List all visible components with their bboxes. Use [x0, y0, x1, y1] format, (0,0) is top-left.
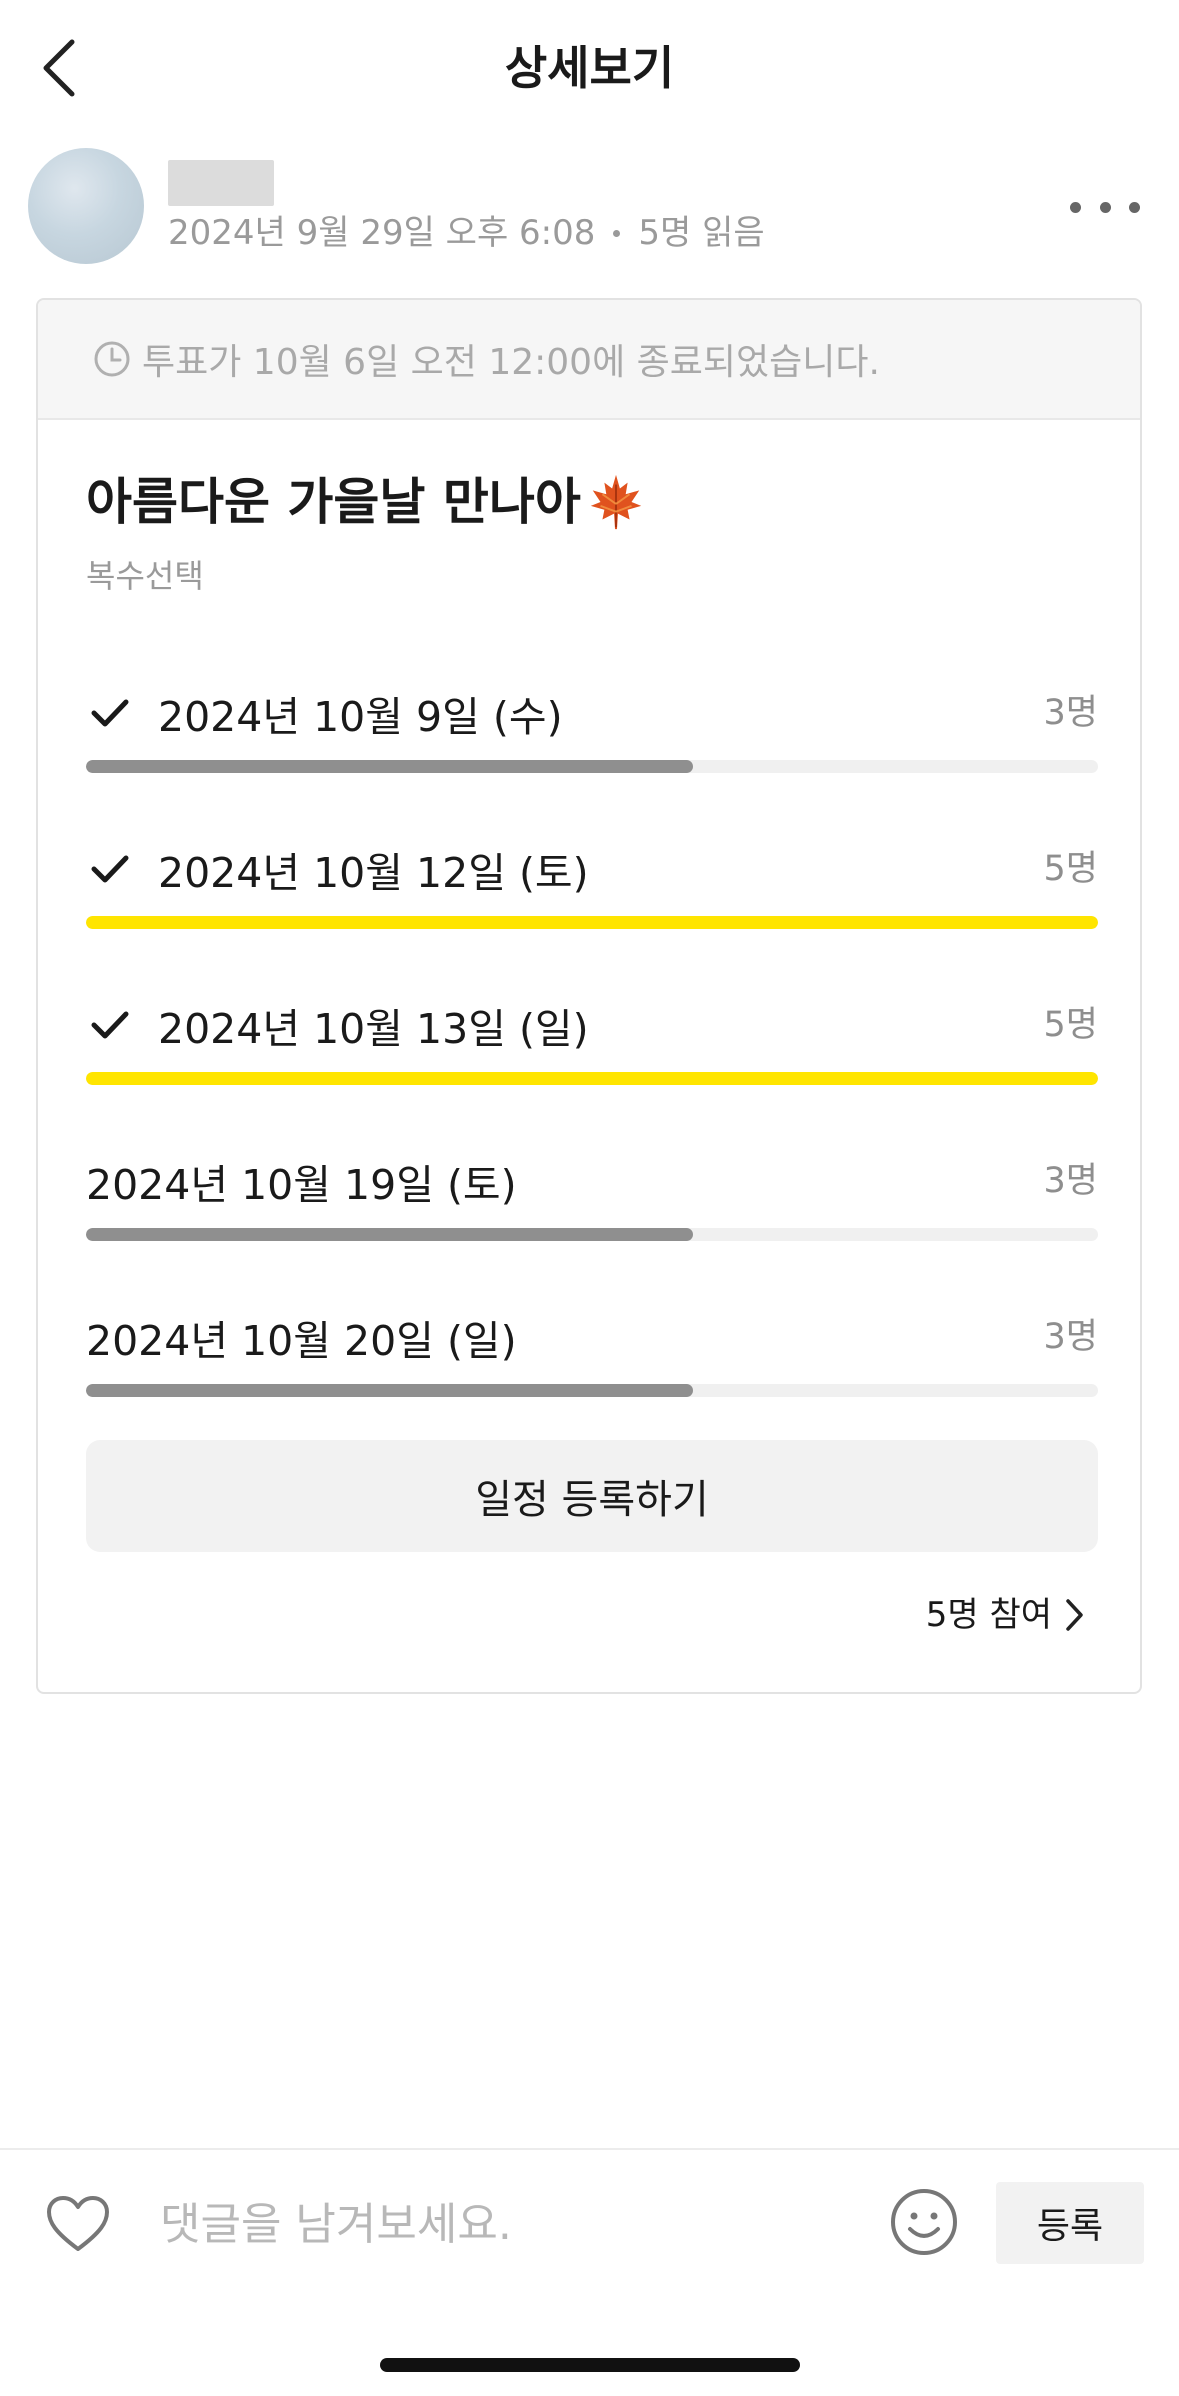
like-button[interactable]: [42, 2190, 114, 2258]
poll-title-text: 아름다운 가을날 만나아: [86, 473, 581, 531]
more-horizontal-icon-dot: [1099, 201, 1111, 213]
poll-option-bar-track: [86, 760, 1098, 773]
post-date: 2024년 9월 29일 오후 6:08: [168, 213, 596, 253]
author-name-blurred: [168, 160, 274, 206]
poll-option[interactable]: 2024년 10월 20일 (일) 3명: [86, 1304, 1098, 1414]
poll-option-label: 2024년 10월 20일 (일): [86, 1317, 517, 1365]
poll-card: 투표가 10월 6일 오전 12:00에 종료되었습니다. 아름다운 가을날 만…: [36, 298, 1142, 1694]
more-options-button[interactable]: [1070, 184, 1140, 230]
poll-option-count: 3명: [1043, 1317, 1098, 1357]
submit-comment-button[interactable]: 등록: [996, 2182, 1144, 2264]
poll-option-bar-track: [86, 1228, 1098, 1241]
poll-option-label: 2024년 10월 12일 (토): [158, 849, 589, 897]
poll-closed-banner: 투표가 10월 6일 오전 12:00에 종료되었습니다.: [38, 300, 1140, 420]
poll-title: 아름다운 가을날 만나아: [86, 466, 647, 538]
poll-option-count: 3명: [1043, 693, 1098, 733]
home-indicator: [380, 2358, 800, 2372]
poll-option[interactable]: 2024년 10월 13일 (일) 5명: [86, 992, 1098, 1102]
avatar[interactable]: [28, 148, 144, 264]
poll-option-label: 2024년 10월 9일 (수): [158, 693, 563, 741]
poll-option-bar-track: [86, 916, 1098, 929]
poll-option-count: 5명: [1043, 849, 1098, 889]
more-horizontal-icon: [1070, 201, 1081, 213]
poll-option-bar-track: [86, 1384, 1098, 1397]
poll-option-label: 2024년 10월 19일 (토): [86, 1161, 517, 1209]
check-icon: [86, 849, 134, 889]
poll-option[interactable]: 2024년 10월 19일 (토) 3명: [86, 1148, 1098, 1258]
participants-count: 5명 참여: [925, 1595, 1052, 1635]
participants-link[interactable]: 5명 참여: [926, 1590, 1084, 1640]
more-horizontal-icon-dot: [1129, 201, 1140, 213]
post-meta: 2024년 9월 29일 오후 6:08 5명 읽음: [168, 208, 765, 258]
heart-icon: [47, 2196, 109, 2251]
poll-type-label: 복수선택: [86, 557, 204, 595]
poll-option-count: 3명: [1043, 1161, 1098, 1201]
page-title: 상세보기: [504, 41, 675, 95]
poll-option-bar-fill: [86, 1228, 694, 1241]
meta-separator: [613, 229, 621, 237]
read-count[interactable]: 5명 읽음: [638, 208, 764, 258]
poll-option-label: 2024년 10월 13일 (일): [158, 1005, 589, 1053]
poll-option[interactable]: 2024년 10월 9일 (수) 3명: [86, 680, 1098, 790]
emoji-button[interactable]: [888, 2186, 960, 2258]
poll-closed-text: 투표가 10월 6일 오전 12:00에 종료되었습니다.: [142, 342, 880, 383]
poll-option-count: 5명: [1043, 1005, 1098, 1045]
poll-option[interactable]: 2024년 10월 12일 (토) 5명: [86, 836, 1098, 946]
maple-leaf-icon: [590, 474, 642, 530]
check-icon: [86, 693, 134, 733]
poll-option-bar-track: [86, 1072, 1098, 1085]
bottom-divider: [0, 2148, 1179, 2150]
register-schedule-button[interactable]: 일정 등록하기: [86, 1440, 1098, 1552]
smiley-icon: [891, 2189, 957, 2255]
chevron-right-icon: [1066, 1599, 1083, 1631]
poll-option-bar-fill: [86, 1072, 1098, 1085]
poll-option-bar-fill: [86, 916, 1098, 929]
comment-input[interactable]: [160, 2186, 860, 2262]
poll-option-bar-fill: [86, 760, 694, 773]
clock-icon: [92, 339, 132, 379]
check-icon: [86, 1005, 134, 1045]
poll-option-bar-fill: [86, 1384, 694, 1397]
